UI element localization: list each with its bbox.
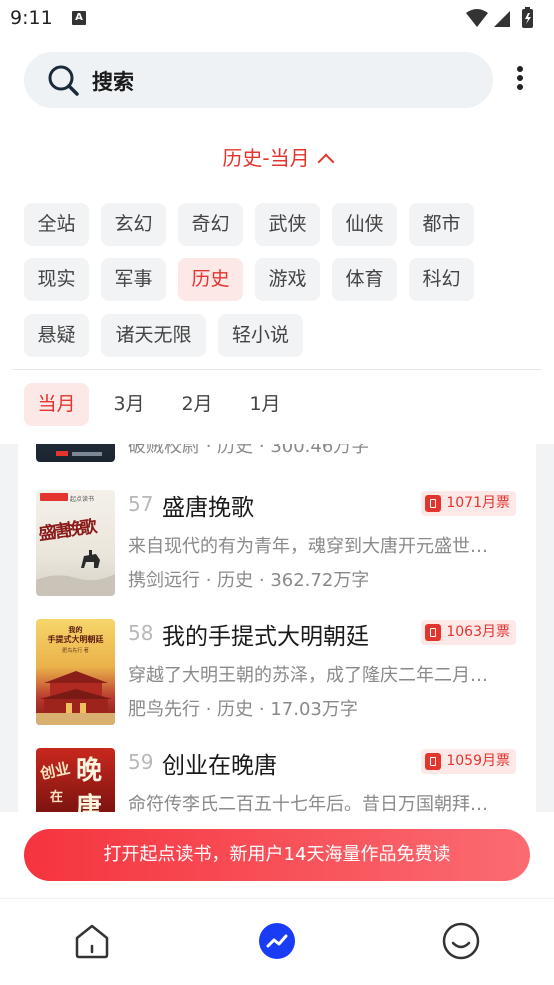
category-title: 历史-当月	[222, 146, 310, 170]
book-cover: 创业 晚唐 在	[36, 748, 115, 816]
book-cover	[36, 444, 115, 462]
status-indicators-icon	[466, 7, 533, 28]
ranking-list[interactable]: 破贼校尉 · 历史 · 300.46万字 起点读书 盛唐挽歌 57 盛唐挽歌 1…	[0, 444, 554, 816]
notification-a-icon: A	[72, 11, 86, 25]
book-rank: 57	[128, 492, 154, 516]
chip-junshi[interactable]: 军事	[101, 258, 166, 301]
book-description: 穿越了大明王朝的苏泽，成了隆庆二年二月…	[128, 665, 488, 686]
chip-zhutian[interactable]: 诸天无限	[101, 314, 206, 357]
trend-icon[interactable]	[257, 921, 297, 961]
monthly-ticket-badge: 1071月票	[421, 491, 516, 516]
chip-qihuan[interactable]: 奇幻	[178, 203, 243, 246]
book-meta: 肥鸟先行 · 历史 · 17.03万字	[128, 699, 358, 720]
ticket-count: 1063月票	[446, 624, 510, 640]
cover-publisher: 起点读书	[70, 496, 95, 503]
book-meta: 携剑远行 · 历史 · 362.72万字	[128, 570, 370, 591]
list-item[interactable]: 破贼校尉 · 历史 · 300.46万字	[18, 444, 536, 466]
chip-xianshi[interactable]: 现实	[24, 258, 89, 301]
cover-title: 手提式大明朝廷	[47, 635, 104, 644]
search-icon	[48, 65, 79, 96]
ticket-count: 1059月票	[446, 753, 510, 769]
tab-january[interactable]: 1月	[234, 383, 296, 426]
cover-author: 肥鸟先行 著	[62, 648, 89, 654]
more-menu-icon[interactable]	[508, 64, 532, 96]
list-item[interactable]: 我的 手提式大明朝廷 肥鸟先行 著 58 我的手提式大明朝廷 1063月票 穿越…	[18, 619, 536, 729]
chip-xuanhuan[interactable]: 玄幻	[101, 203, 166, 246]
chevron-up-icon	[317, 153, 335, 171]
cover-calligraphy-b: 在	[50, 790, 64, 805]
ticket-icon	[425, 495, 442, 512]
smile-icon[interactable]	[441, 921, 481, 961]
chip-qingxiaoshuo[interactable]: 轻小说	[218, 314, 303, 357]
chip-xuanyi[interactable]: 悬疑	[24, 314, 89, 357]
status-time: 9:11	[10, 7, 53, 29]
open-app-button[interactable]: 打开起点读书，新用户14天海量作品免费读	[24, 829, 530, 881]
bottom-nav	[0, 898, 554, 985]
book-meta: 破贼校尉 · 历史 · 300.46万字	[128, 444, 370, 457]
book-cover: 起点读书 盛唐挽歌	[36, 490, 115, 596]
divider	[12, 369, 542, 370]
monthly-ticket-badge: 1063月票	[421, 620, 516, 645]
chip-kehuan[interactable]: 科幻	[409, 258, 474, 301]
cover-calligraphy: 盛唐挽歌	[37, 517, 96, 545]
status-bar: 9:11 A	[0, 0, 554, 38]
book-description: 来自现代的有为青年，魂穿到大唐开元盛世…	[128, 536, 488, 557]
search-bar[interactable]: 搜索	[24, 52, 493, 108]
chip-youxi[interactable]: 游戏	[255, 258, 320, 301]
book-rank: 58	[128, 621, 154, 645]
palace-icon	[36, 671, 115, 725]
horse-rider-icon	[36, 550, 115, 596]
list-item[interactable]: 创业 晚唐 在 59 创业在晚唐 1059月票 命符传李氏二百五十七年后。昔日万…	[18, 748, 536, 816]
ticket-count: 1071月票	[446, 495, 510, 511]
list-item[interactable]: 起点读书 盛唐挽歌 57 盛唐挽歌 1071月票 来自现代的有为青年，魂穿到大唐…	[18, 490, 536, 600]
book-title[interactable]: 我的手提式大明朝廷	[162, 617, 369, 651]
ticket-icon	[425, 753, 442, 770]
chip-all[interactable]: 全站	[24, 203, 89, 246]
ticket-icon	[425, 624, 442, 641]
chip-lishi[interactable]: 历史	[178, 258, 243, 301]
monthly-ticket-badge: 1059月票	[421, 749, 516, 774]
book-title[interactable]: 创业在晚唐	[162, 746, 277, 780]
tab-current-month[interactable]: 当月	[24, 383, 89, 426]
cover-calligraphy-a: 创业	[38, 759, 72, 783]
tab-february[interactable]: 2月	[166, 383, 228, 426]
chip-wuxia[interactable]: 武侠	[255, 203, 320, 246]
chip-xianxia[interactable]: 仙侠	[332, 203, 397, 246]
home-icon[interactable]	[72, 921, 112, 961]
chip-tiyu[interactable]: 体育	[332, 258, 397, 301]
book-cover: 我的 手提式大明朝廷 肥鸟先行 著	[36, 619, 115, 725]
search-label: 搜索	[92, 70, 134, 94]
book-title[interactable]: 盛唐挽歌	[162, 488, 254, 522]
book-rank: 59	[128, 750, 154, 774]
chip-dushi[interactable]: 都市	[409, 203, 474, 246]
cover-calligraphy-c: 晚唐	[76, 756, 103, 816]
tab-march[interactable]: 3月	[98, 383, 160, 426]
ranking-card: 破贼校尉 · 历史 · 300.46万字 起点读书 盛唐挽歌 57 盛唐挽歌 1…	[18, 444, 536, 816]
category-dropdown[interactable]: 历史-当月	[0, 142, 554, 171]
